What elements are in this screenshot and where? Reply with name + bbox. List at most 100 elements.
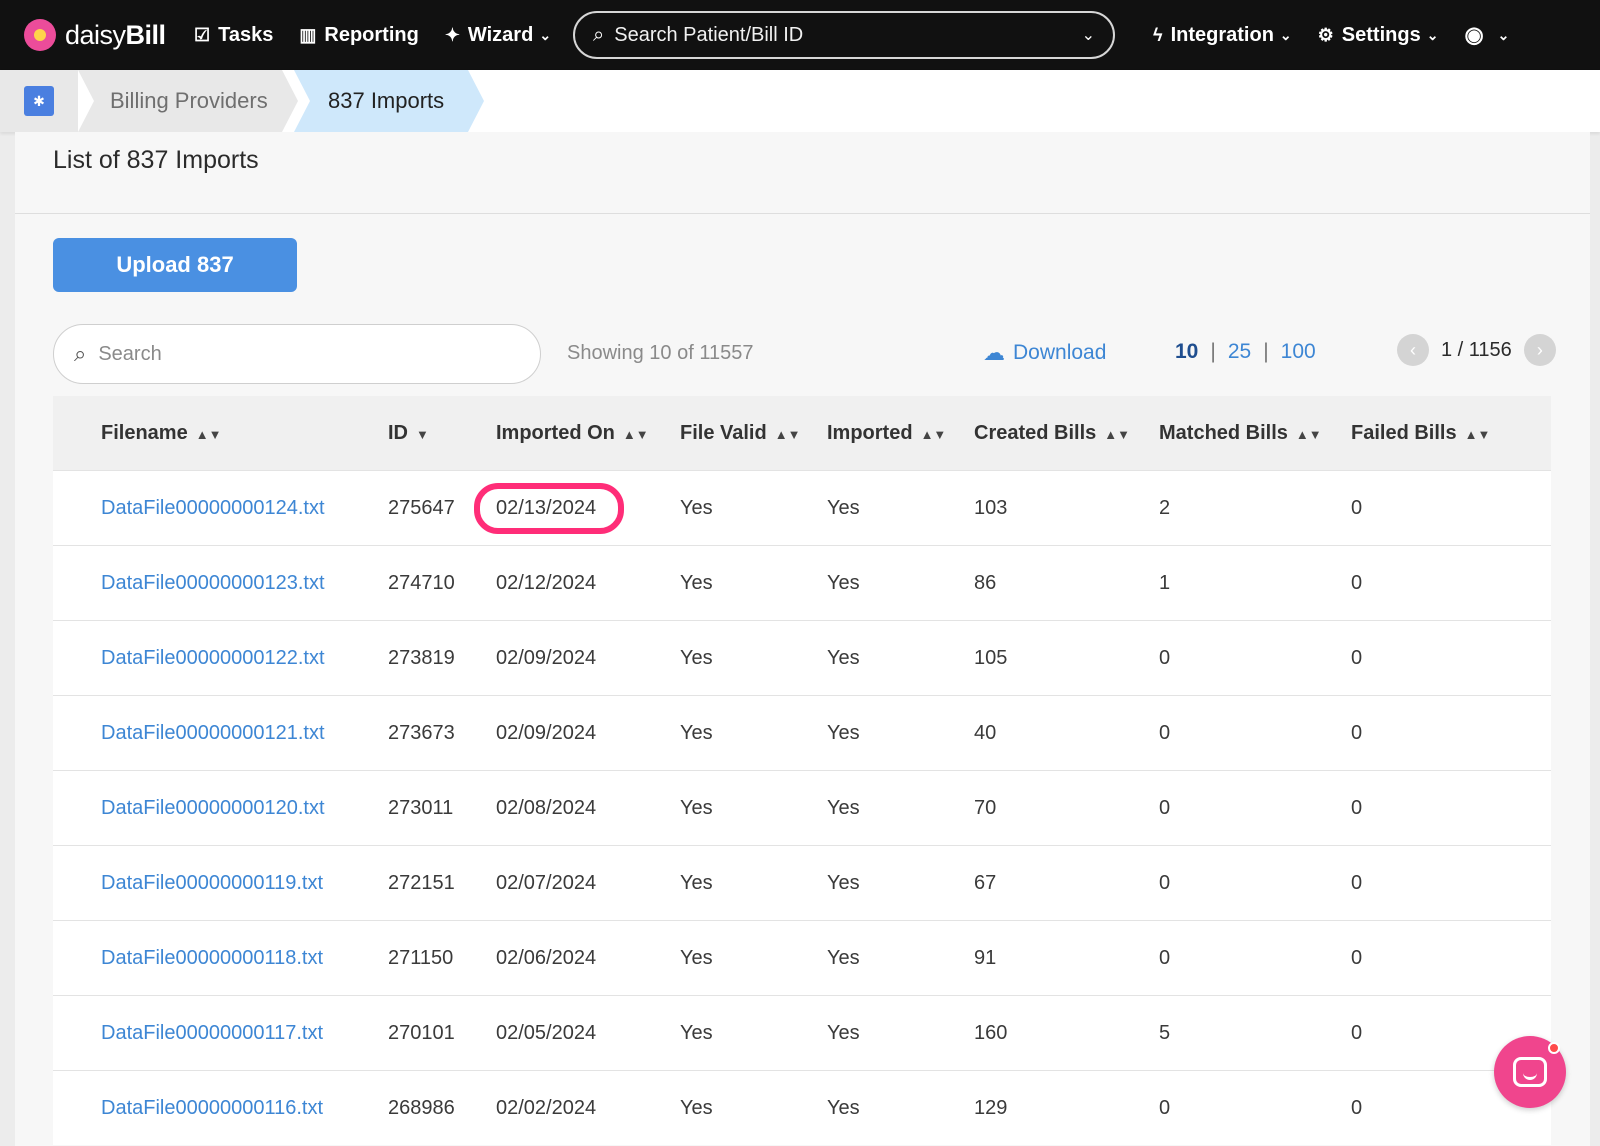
col-file-valid-label: File Valid (680, 421, 767, 444)
table-row: DataFile00000000116.txt 268986 02/02/202… (53, 1070, 1551, 1145)
filename-link[interactable]: DataFile00000000119.txt (101, 872, 323, 894)
chat-icon (1513, 1057, 1547, 1087)
filename-link[interactable]: DataFile00000000120.txt (101, 797, 325, 819)
cell-matched-bills: 2 (1159, 496, 1171, 519)
filename-link[interactable]: DataFile00000000122.txt (101, 647, 325, 669)
cell-imported-on: 02/09/2024 (496, 721, 597, 744)
page-size-divider: | (1263, 340, 1269, 363)
nav-settings[interactable]: ⚙ Settings ⌄ (1318, 24, 1439, 47)
cell-matched-bills: 0 (1159, 871, 1171, 894)
col-id[interactable]: ID ▼ (388, 422, 496, 445)
patient-bill-search[interactable]: ⌕ Search Patient/Bill ID ⌄ (573, 11, 1116, 59)
cell-id: 271150 (388, 946, 454, 969)
prev-page-button[interactable]: ‹ (1397, 334, 1429, 366)
cloud-download-icon: ☁ (983, 340, 1005, 365)
col-matched-bills-label: Matched Bills (1159, 421, 1288, 444)
col-imported[interactable]: Imported ▲▼ (827, 422, 974, 445)
search-icon: ⌕ (593, 23, 605, 46)
user-avatar-icon: ◉ (1464, 22, 1484, 47)
filename-link[interactable]: DataFile00000000118.txt (101, 947, 323, 969)
page-size-25[interactable]: 25 (1228, 340, 1251, 364)
patient-bill-search-placeholder: Search Patient/Bill ID (614, 23, 804, 46)
sort-icon: ▲▼ (1104, 426, 1130, 442)
sort-icon: ▲▼ (920, 426, 947, 442)
clipboard-check-icon: ☑ (194, 24, 211, 45)
breadcrumb-billing-providers[interactable]: Billing Providers (78, 70, 298, 132)
sort-icon: ▲▼ (1464, 426, 1491, 442)
brand-name-light: daisy (65, 19, 126, 50)
filename-link[interactable]: DataFile00000000117.txt (101, 1022, 323, 1044)
cell-imported-on: 02/05/2024 (496, 1021, 597, 1044)
col-failed-bills[interactable]: Failed Bills ▲▼ (1351, 422, 1551, 445)
page-size-100[interactable]: 100 (1281, 340, 1316, 364)
cell-id: 273673 (388, 721, 455, 744)
cell-imported: Yes (827, 1096, 860, 1119)
cell-created-bills: 67 (974, 871, 997, 894)
table-row: DataFile00000000118.txt 271150 02/06/202… (53, 920, 1551, 995)
col-id-label: ID (388, 421, 408, 444)
cell-file-valid: Yes (680, 721, 713, 744)
page-size-10[interactable]: 10 (1175, 340, 1198, 364)
breadcrumb-home[interactable]: ✱ (0, 70, 78, 132)
cell-matched-bills: 0 (1159, 946, 1171, 969)
nav-settings-label: Settings (1341, 23, 1421, 46)
upload-837-button[interactable]: Upload 837 (53, 238, 297, 292)
chat-launcher-button[interactable] (1494, 1036, 1566, 1108)
filename-link[interactable]: DataFile00000000116.txt (101, 1097, 323, 1119)
nav-tasks[interactable]: ☑ Tasks (194, 24, 273, 47)
cell-imported: Yes (827, 721, 860, 744)
nav-right-group: ϟ Integration ⌄ ⚙ Settings ⌄ ◉ ⌄ (1127, 22, 1509, 48)
nav-wizard[interactable]: ✦ Wizard ⌄ (445, 24, 551, 47)
cell-failed-bills: 0 (1351, 946, 1363, 969)
cell-matched-bills: 5 (1159, 1021, 1171, 1044)
cell-imported-on: 02/08/2024 (496, 796, 597, 819)
nav-integration[interactable]: ϟ Integration ⌄ (1153, 24, 1292, 47)
brand-logo[interactable]: daisyBill (24, 19, 184, 51)
col-file-valid[interactable]: File Valid ▲▼ (680, 422, 827, 445)
cell-failed-bills: 0 (1351, 496, 1363, 519)
search-input[interactable] (98, 342, 479, 366)
sort-icon: ▲▼ (774, 426, 801, 442)
cell-imported: Yes (827, 496, 860, 519)
cell-id: 274710 (388, 571, 455, 594)
col-imported-label: Imported (827, 421, 913, 444)
col-matched-bills[interactable]: Matched Bills ▲▼ (1159, 422, 1351, 445)
cell-imported: Yes (827, 646, 860, 669)
table-row: DataFile00000000119.txt 272151 02/07/202… (53, 845, 1551, 920)
filename-link[interactable]: DataFile00000000121.txt (101, 722, 325, 744)
cell-imported: Yes (827, 571, 860, 594)
chevron-down-icon[interactable]: ⌄ (1082, 25, 1095, 45)
filename-link[interactable]: DataFile00000000123.txt (101, 572, 325, 594)
table-header: Filename ▲▼ ID ▼ Imported On ▲▼ File Valid ▲… (53, 396, 1551, 470)
lightning-bolt-icon: ϟ (1153, 24, 1163, 45)
cell-created-bills: 105 (974, 646, 1008, 669)
filename-link[interactable]: DataFile00000000124.txt (101, 497, 325, 519)
cell-imported: Yes (827, 796, 860, 819)
table-row: DataFile00000000123.txt 274710 02/12/202… (53, 545, 1551, 620)
cell-file-valid: Yes (680, 1021, 713, 1044)
next-page-button[interactable]: › (1523, 334, 1556, 366)
cell-created-bills: 91 (974, 946, 997, 969)
page-title: List of 837 Imports (15, 132, 1590, 214)
col-imported-on-label: Imported On (496, 421, 615, 444)
results-count: Showing 10 of 11557 (567, 342, 754, 364)
cell-imported-on: 02/07/2024 (496, 871, 597, 894)
table-row: DataFile00000000120.txt 273011 02/08/202… (53, 770, 1551, 845)
nav-reporting[interactable]: ▥ Reporting (299, 24, 418, 47)
search-field[interactable]: ⌕ (53, 324, 541, 384)
col-created-bills[interactable]: Created Bills ▲▼ (974, 422, 1159, 445)
user-menu[interactable]: ◉ ⌄ (1464, 22, 1509, 48)
chevron-right-icon: › (1536, 339, 1543, 360)
cell-failed-bills: 0 (1351, 871, 1363, 894)
sort-icon: ▲▼ (1295, 426, 1322, 442)
cell-imported-on: 02/06/2024 (496, 946, 597, 969)
cell-imported-on: 02/13/2024 (496, 496, 597, 519)
breadcrumb: ✱ Billing Providers 837 Imports (0, 70, 1600, 132)
nav-reporting-label: Reporting (324, 23, 419, 46)
download-link[interactable]: ☁ Download (983, 340, 1106, 366)
cell-imported: Yes (827, 1021, 860, 1044)
col-filename[interactable]: Filename ▲▼ (53, 422, 388, 445)
pagination: ‹ 1 / 1156 › (1397, 334, 1556, 366)
col-imported-on[interactable]: Imported On ▲▼ (496, 422, 680, 445)
cell-file-valid: Yes (680, 946, 713, 969)
